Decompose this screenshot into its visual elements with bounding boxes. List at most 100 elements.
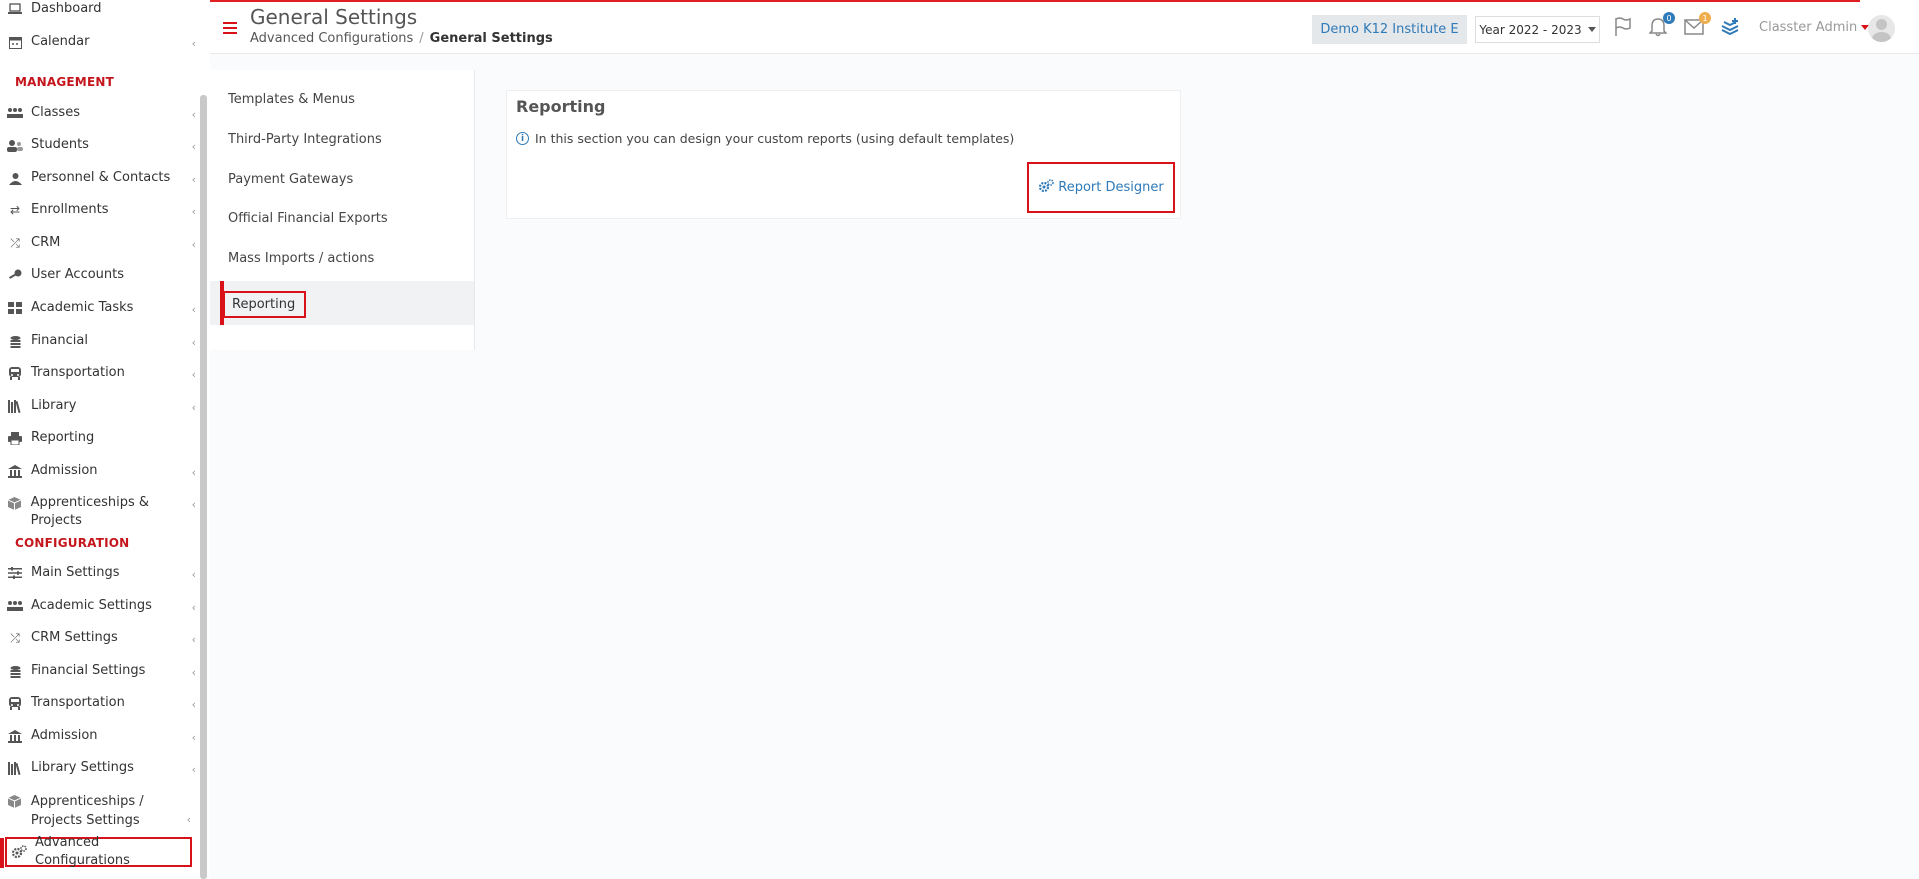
user-name: Classter Admin: [1759, 20, 1858, 35]
sidebar-item-admission[interactable]: Admission ‹: [0, 462, 200, 480]
chevron-left-icon: ‹: [191, 731, 196, 744]
sidebar-item-label: Reporting: [31, 430, 95, 445]
sidebar-item-label: Students: [31, 137, 89, 152]
sidebar: Dashboard Calendar ‹ MANAGEMENT Classes …: [0, 0, 210, 879]
sliders-icon: [7, 565, 23, 581]
sidebar-item-apprenticeships-projects-settings[interactable]: Apprenticeships / Projects Settings ‹: [0, 792, 195, 830]
coins-icon: [7, 333, 23, 349]
layers-add-icon[interactable]: [1719, 16, 1741, 38]
year-select-value: Year 2022 - 2023: [1479, 22, 1582, 37]
sidebar-item-label: Dashboard: [31, 1, 102, 16]
sidebar-item-label: Transportation: [31, 365, 125, 380]
sidebar-item-calendar[interactable]: Calendar ‹: [0, 33, 200, 51]
sidebar-scrollbar[interactable]: [200, 95, 207, 879]
sidebar-item-enrollments[interactable]: ⇄ Enrollments ‹: [0, 201, 200, 219]
page-title: General Settings: [250, 5, 418, 29]
flag-icon[interactable]: [1612, 16, 1634, 38]
sidebar-item-label: Library: [31, 398, 77, 413]
printer-icon: [7, 430, 23, 446]
sidebar-item-advanced-configurations[interactable]: Advanced Configurations: [5, 835, 192, 868]
sidebar-item-main-settings[interactable]: Main Settings ‹: [0, 564, 200, 582]
sidebar-item-transportation-settings[interactable]: Transportation ‹: [0, 694, 200, 712]
submenu-item-official-financial-exports[interactable]: Official Financial Exports: [228, 211, 388, 226]
gears-icon: [1038, 178, 1055, 197]
sidebar-item-students[interactable]: Students ‹: [0, 136, 200, 154]
sidebar-item-label: Admission: [31, 728, 98, 743]
sidebar-item-financial-settings[interactable]: Financial Settings ‹: [0, 662, 200, 680]
bell-icon[interactable]: 0: [1647, 12, 1675, 38]
sidebar-item-label: Financial: [31, 333, 88, 348]
card-title: Reporting: [516, 97, 606, 116]
sidebar-item-academic-tasks[interactable]: Academic Tasks ‹: [0, 299, 200, 317]
bus-icon: [7, 695, 23, 711]
sidebar-item-label: Main Settings: [31, 565, 120, 580]
chevron-left-icon: ‹: [191, 173, 196, 186]
institution-icon: [7, 463, 23, 479]
classes-icon: [7, 105, 23, 121]
breadcrumb-separator: /: [419, 31, 424, 46]
calendar-icon: [7, 34, 23, 50]
sidebar-item-label: Admission: [31, 463, 98, 478]
submenu-item-third-party-integrations[interactable]: Third-Party Integrations: [228, 132, 382, 147]
reporting-card: Reporting i In this section you can desi…: [506, 90, 1181, 219]
sidebar-item-label: Academic Tasks: [31, 300, 134, 315]
sidebar-item-label: Library Settings: [31, 760, 134, 775]
submenu-item-payment-gateways[interactable]: Payment Gateways: [228, 172, 353, 187]
breadcrumb-link-advanced-configurations[interactable]: Advanced Configurations: [250, 31, 413, 46]
sidebar-item-label: Classes: [31, 105, 80, 120]
tasks-icon: [7, 300, 23, 316]
chevron-left-icon: ‹: [191, 633, 196, 646]
chevron-left-icon: ‹: [191, 108, 196, 121]
avatar[interactable]: [1868, 15, 1895, 42]
sidebar-item-reporting[interactable]: Reporting: [0, 429, 200, 447]
box-icon: [7, 793, 23, 809]
messages-count-badge: 1: [1699, 12, 1711, 24]
caret-down-icon: [1587, 27, 1596, 32]
submenu-item-templates-menus[interactable]: Templates & Menus: [228, 92, 355, 107]
chevron-left-icon: ‹: [191, 238, 196, 251]
sidebar-item-transportation[interactable]: Transportation ‹: [0, 364, 200, 382]
active-item-marker: [0, 838, 4, 868]
sidebar-item-crm[interactable]: ⤮ CRM ‹: [0, 234, 200, 252]
sidebar-item-dashboard[interactable]: Dashboard: [0, 0, 200, 18]
info-text: In this section you can design your cust…: [535, 131, 1015, 146]
crm-icon: ⤮: [10, 236, 20, 250]
report-designer-label: Report Designer: [1058, 180, 1164, 195]
sidebar-item-library[interactable]: Library ‹: [0, 397, 200, 415]
year-select[interactable]: Year 2022 - 2023: [1475, 16, 1600, 43]
sidebar-item-label: Apprenticeships & Projects: [30, 495, 150, 528]
mail-icon[interactable]: 1: [1683, 12, 1711, 38]
classes-icon: [7, 598, 23, 614]
sidebar-item-financial[interactable]: Financial ‹: [0, 332, 200, 350]
sidebar-item-label: Enrollments: [31, 202, 109, 217]
sidebar-item-label: Academic Settings: [31, 598, 152, 613]
sidebar-item-personnel-contacts[interactable]: Personnel & Contacts ‹: [0, 169, 200, 187]
submenu-item-mass-imports-actions[interactable]: Mass Imports / actions: [228, 251, 374, 266]
sidebar-item-academic-settings[interactable]: Academic Settings ‹: [0, 597, 200, 615]
sidebar-item-label: Financial Settings: [31, 663, 146, 678]
sidebar-item-apprenticeships-projects[interactable]: Apprenticeships & Projects ‹: [0, 494, 200, 530]
chevron-left-icon: ‹: [191, 336, 196, 349]
submenu-item-reporting[interactable]: Reporting: [223, 291, 306, 318]
chevron-left-icon: ‹: [191, 498, 196, 511]
sidebar-item-label: CRM Settings: [31, 630, 118, 645]
info-icon: i: [516, 132, 529, 145]
gears-icon: [11, 844, 27, 860]
card-info: i In this section you can design your cu…: [516, 131, 1014, 146]
hamburger-menu-icon[interactable]: [223, 22, 237, 34]
chevron-left-icon: ‹: [191, 601, 196, 614]
sidebar-item-library-settings[interactable]: Library Settings ‹: [0, 759, 200, 777]
sidebar-item-admission-settings[interactable]: Admission ‹: [0, 727, 200, 745]
students-icon: [7, 137, 23, 153]
sidebar-item-label: Advanced Configurations: [35, 835, 130, 868]
user-menu[interactable]: Classter Admin: [1759, 20, 1870, 35]
sidebar-item-label: Personnel & Contacts: [31, 170, 171, 185]
sidebar-item-classes[interactable]: Classes ‹: [0, 104, 200, 122]
bus-icon: [7, 365, 23, 381]
report-designer-button[interactable]: Report Designer: [1027, 162, 1175, 213]
sidebar-item-crm-settings[interactable]: ⤮ CRM Settings ‹: [0, 629, 200, 647]
institute-selector[interactable]: Demo K12 Institute E: [1312, 15, 1467, 44]
chevron-left-icon: ‹: [191, 401, 196, 414]
topbar-accent-line: [210, 0, 1860, 2]
sidebar-item-user-accounts[interactable]: User Accounts: [0, 266, 200, 284]
